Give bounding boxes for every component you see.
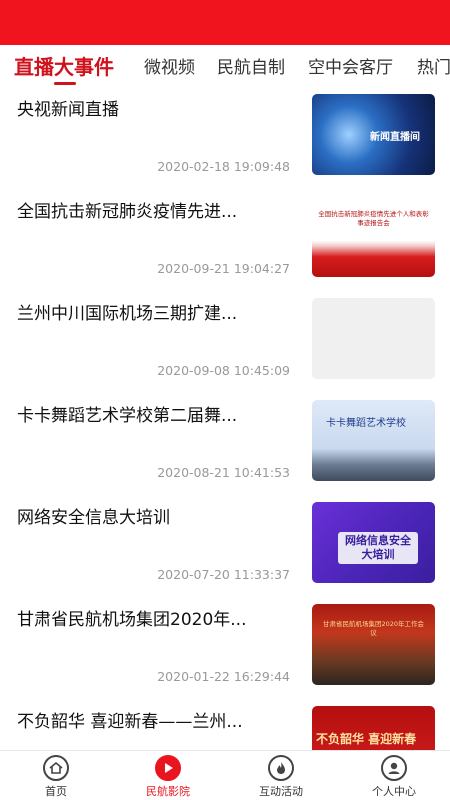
item-time: 2020-02-18 19:09:48 — [157, 159, 290, 174]
nav-home[interactable]: 首页 — [0, 755, 112, 799]
home-icon — [43, 755, 69, 781]
thumbnail-text: 不负韶华 喜迎新春 — [316, 732, 417, 746]
item-time: 2020-09-08 10:45:09 — [157, 363, 290, 378]
fire-icon — [268, 755, 294, 781]
item-time: 2020-08-21 10:41:53 — [157, 465, 290, 480]
tab-sky-lounge[interactable]: 空中会客厅 — [308, 53, 393, 78]
video-list: 央视新闻直播 2020-02-18 19:09:48 新闻直播间 全国抗击新冠肺… — [0, 87, 450, 750]
item-thumbnail — [312, 298, 435, 379]
item-title: 不负韶华 喜迎新春——兰州... — [17, 712, 243, 732]
item-thumbnail: 网络信息安全大培训 — [312, 502, 435, 583]
play-icon — [155, 755, 181, 781]
tab-micro-video[interactable]: 微视频 — [144, 53, 195, 78]
bottom-nav: 首页 民航影院 互动活动 个人中心 — [0, 750, 450, 800]
thumbnail-text: 网络信息安全大培训 — [338, 532, 418, 564]
item-thumbnail: 全国抗击新冠肺炎疫情先进个人和表彰事迹报告会 — [312, 196, 435, 277]
category-tabs: 直播大事件 微视频 民航自制 空中会客厅 热门 — [0, 45, 450, 87]
nav-cinema[interactable]: 民航影院 — [112, 755, 224, 799]
item-thumbnail: 新闻直播间 — [312, 94, 435, 175]
item-time: 2020-01-22 16:29:44 — [157, 669, 290, 684]
nav-profile[interactable]: 个人中心 — [338, 755, 450, 799]
list-item[interactable]: 卡卡舞蹈艺术学校第二届舞... 2020-08-21 10:41:53 卡卡舞蹈… — [0, 393, 450, 496]
tab-civil-aviation[interactable]: 民航自制 — [217, 53, 285, 78]
item-title: 甘肃省民航机场集团2020年... — [17, 610, 247, 630]
thumbnail-text: 全国抗击新冠肺炎疫情先进个人和表彰事迹报告会 — [318, 210, 429, 227]
nav-label: 个人中心 — [372, 785, 416, 798]
tab-live-events[interactable]: 直播大事件 — [14, 51, 114, 80]
list-item[interactable]: 不负韶华 喜迎新春——兰州... 不负韶华 喜迎新春 — [0, 699, 450, 750]
nav-label: 民航影院 — [146, 785, 190, 798]
status-bar — [0, 0, 450, 45]
thumbnail-text: 新闻直播间 — [370, 132, 420, 143]
item-title: 卡卡舞蹈艺术学校第二届舞... — [17, 406, 238, 426]
nav-activities[interactable]: 互动活动 — [225, 755, 337, 799]
nav-label: 互动活动 — [259, 785, 303, 798]
list-item[interactable]: 央视新闻直播 2020-02-18 19:09:48 新闻直播间 — [0, 87, 450, 190]
list-item[interactable]: 兰州中川国际机场三期扩建... 2020-09-08 10:45:09 — [0, 291, 450, 394]
user-icon — [381, 755, 407, 781]
list-item[interactable]: 甘肃省民航机场集团2020年... 2020-01-22 16:29:44 甘肃… — [0, 597, 450, 700]
item-thumbnail: 不负韶华 喜迎新春 — [312, 706, 435, 750]
tab-popular[interactable]: 热门 — [417, 53, 450, 78]
item-title: 央视新闻直播 — [17, 100, 119, 120]
nav-label: 首页 — [45, 785, 67, 798]
item-time: 2020-07-20 11:33:37 — [157, 567, 290, 582]
item-thumbnail: 卡卡舞蹈艺术学校 — [312, 400, 435, 481]
list-item[interactable]: 全国抗击新冠肺炎疫情先进... 2020-09-21 19:04:27 全国抗击… — [0, 189, 450, 292]
thumbnail-text: 甘肃省民航机场集团2020年工作会议 — [322, 620, 425, 637]
active-tab-indicator — [54, 82, 76, 85]
list-item[interactable]: 网络安全信息大培训 2020-07-20 11:33:37 网络信息安全大培训 — [0, 495, 450, 598]
item-thumbnail: 甘肃省民航机场集团2020年工作会议 — [312, 604, 435, 685]
item-title: 兰州中川国际机场三期扩建... — [17, 304, 238, 324]
item-time: 2020-09-21 19:04:27 — [157, 261, 290, 276]
item-title: 全国抗击新冠肺炎疫情先进... — [17, 202, 238, 222]
item-title: 网络安全信息大培训 — [17, 508, 170, 528]
thumbnail-text: 卡卡舞蹈艺术学校 — [326, 418, 406, 429]
